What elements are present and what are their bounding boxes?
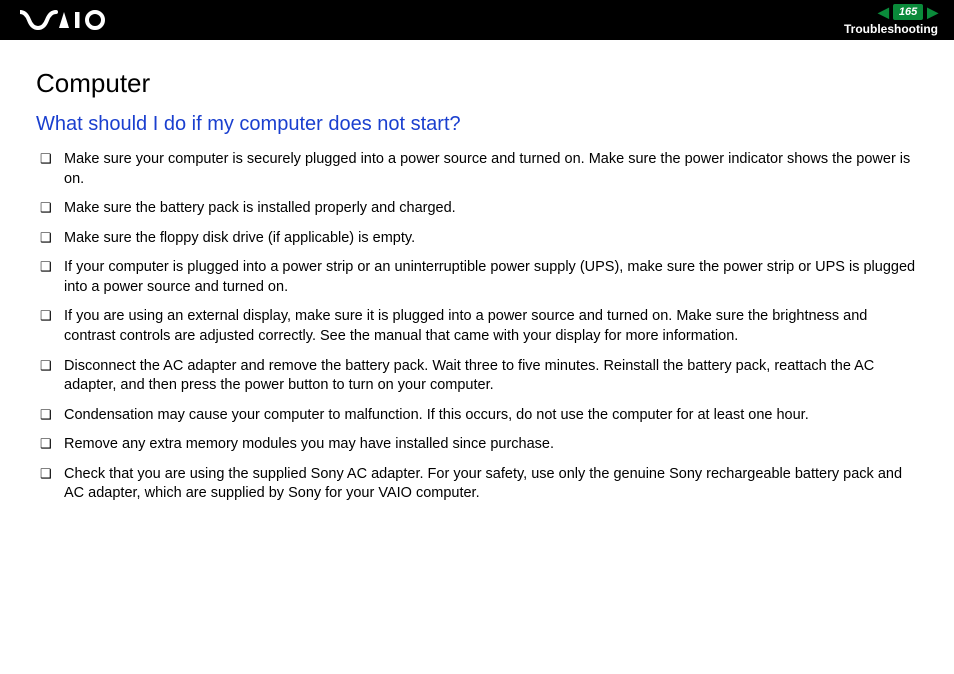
question-heading: What should I do if my computer does not…: [36, 113, 918, 136]
page-title: Computer: [36, 68, 918, 99]
section-label: Troubleshooting: [844, 22, 938, 36]
list-item-text: Check that you are using the supplied So…: [64, 465, 918, 504]
page-content: Computer What should I do if my computer…: [0, 40, 954, 504]
list-item-text: Make sure the battery pack is installed …: [64, 199, 918, 219]
list-item: ❑Check that you are using the supplied S…: [40, 465, 918, 504]
bullet-icon: ❑: [40, 150, 64, 168]
list-item-text: If you are using an external display, ma…: [64, 307, 918, 346]
bullet-icon: ❑: [40, 229, 64, 247]
page-number: 165: [893, 4, 923, 20]
bullet-icon: ❑: [40, 199, 64, 217]
bullet-icon: ❑: [40, 406, 64, 424]
list-item-text: If your computer is plugged into a power…: [64, 258, 918, 297]
next-page-arrow[interactable]: ▶: [927, 5, 938, 19]
list-item-text: Condensation may cause your computer to …: [64, 406, 918, 426]
vaio-logo-svg: [20, 10, 112, 30]
list-item-text: Make sure your computer is securely plug…: [64, 150, 918, 189]
vaio-logo: [20, 10, 112, 30]
list-item: ❑Condensation may cause your computer to…: [40, 406, 918, 426]
bullet-icon: ❑: [40, 435, 64, 453]
list-item: ❑If your computer is plugged into a powe…: [40, 258, 918, 297]
header-bar: ◀ 165 ▶ Troubleshooting: [0, 0, 954, 40]
list-item: ❑Make sure the floppy disk drive (if app…: [40, 229, 918, 249]
list-item: ❑Make sure the battery pack is installed…: [40, 199, 918, 219]
troubleshoot-list: ❑Make sure your computer is securely plu…: [36, 150, 918, 504]
list-item-text: Make sure the floppy disk drive (if appl…: [64, 229, 918, 249]
list-item: ❑Make sure your computer is securely plu…: [40, 150, 918, 189]
bullet-icon: ❑: [40, 307, 64, 325]
list-item: ❑Disconnect the AC adapter and remove th…: [40, 357, 918, 396]
list-item-text: Disconnect the AC adapter and remove the…: [64, 357, 918, 396]
list-item: ❑If you are using an external display, m…: [40, 307, 918, 346]
list-item-text: Remove any extra memory modules you may …: [64, 435, 918, 455]
bullet-icon: ❑: [40, 258, 64, 276]
prev-page-arrow[interactable]: ◀: [878, 5, 889, 19]
bullet-icon: ❑: [40, 357, 64, 375]
bullet-icon: ❑: [40, 465, 64, 483]
list-item: ❑Remove any extra memory modules you may…: [40, 435, 918, 455]
header-right: ◀ 165 ▶ Troubleshooting: [844, 4, 938, 36]
page-navigator: ◀ 165 ▶: [878, 4, 938, 20]
